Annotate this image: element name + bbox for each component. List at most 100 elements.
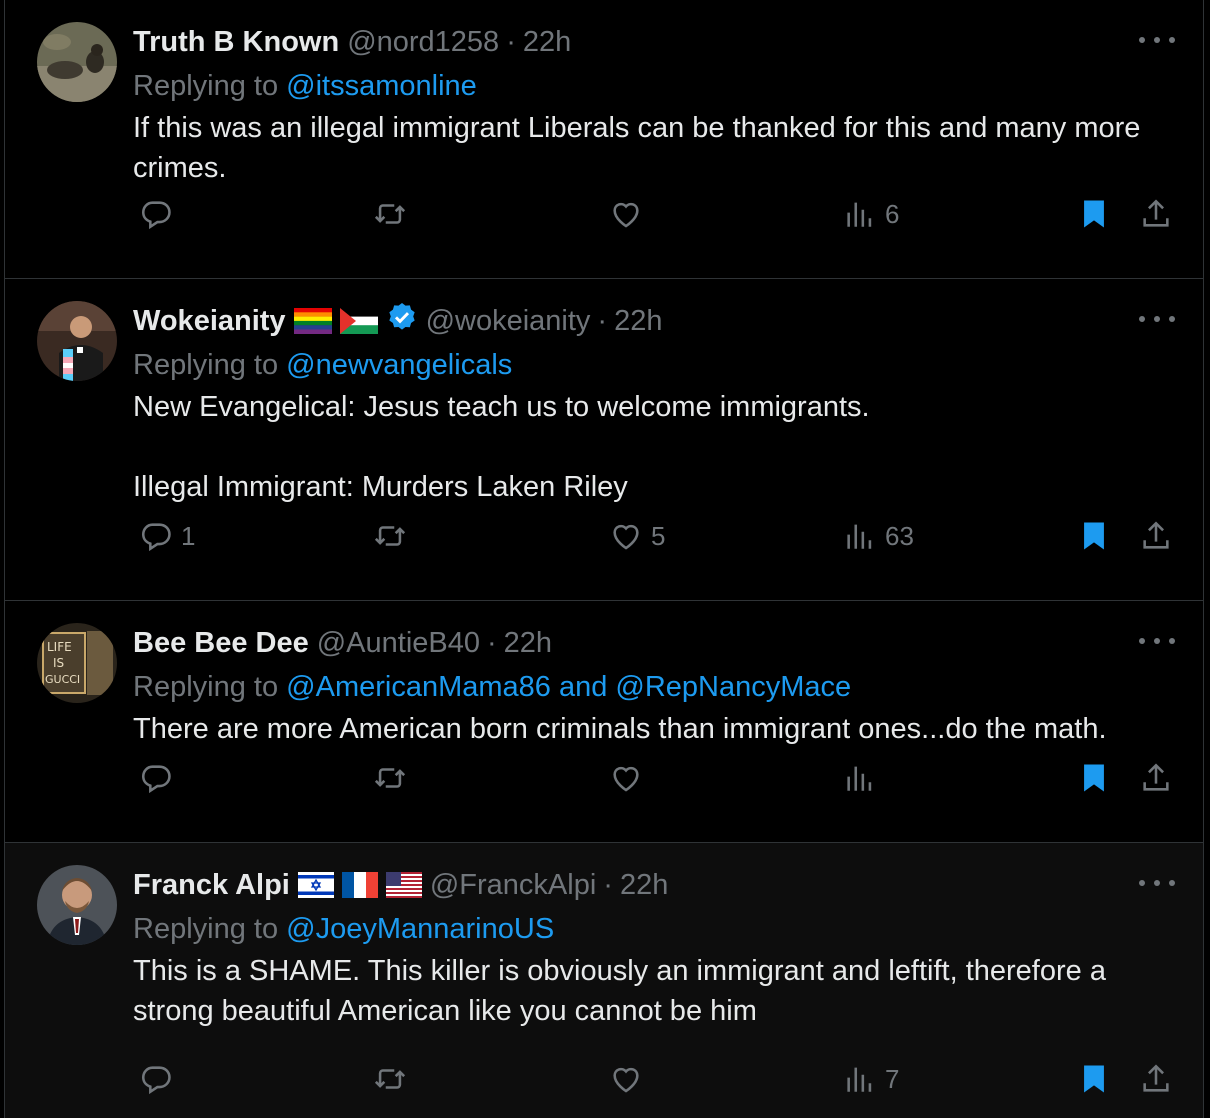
view-count: 63 <box>885 520 914 551</box>
separator-dot: · <box>487 626 497 659</box>
replying-to-label: Replying to <box>133 913 279 945</box>
timestamp[interactable]: 22h <box>614 305 662 338</box>
tweet-text: New Evangelical: Jesus teach us to welco… <box>133 391 870 503</box>
mention-link[interactable]: @itssamonline <box>286 70 477 102</box>
more-options-icon[interactable] <box>1139 309 1175 329</box>
share-icon <box>1143 521 1169 549</box>
action-bar <box>139 758 1175 798</box>
replying-to-label: Replying to <box>133 671 279 703</box>
avatar[interactable] <box>37 301 117 381</box>
reply-icon <box>141 523 171 552</box>
bookmark-button[interactable] <box>1077 197 1111 231</box>
repost-button[interactable] <box>373 519 415 553</box>
handle[interactable]: @nord1258 <box>347 26 499 59</box>
views-button[interactable]: 7 <box>843 1062 899 1096</box>
israel-flag-icon <box>297 872 334 898</box>
tweet-header: Bee Bee Dee @AuntieB40 · 22h <box>133 621 1171 665</box>
views-button[interactable] <box>843 761 885 795</box>
avatar[interactable] <box>37 22 117 102</box>
views-button[interactable]: 6 <box>843 197 899 231</box>
tweet[interactable]: Wokeianity @wokeianity · 22h Replying to… <box>5 279 1203 601</box>
share-button[interactable] <box>1139 519 1173 553</box>
reply-count: 1 <box>181 520 196 551</box>
display-name[interactable]: Bee Bee Dee <box>133 627 309 660</box>
handle[interactable]: @wokeianity <box>426 305 591 338</box>
tweet-text: If this was an illegal immigrant Liberal… <box>133 112 1149 184</box>
usa-flag-icon <box>385 872 422 898</box>
bookmark-icon <box>1084 1065 1104 1093</box>
view-count: 6 <box>885 198 900 229</box>
reply-button[interactable] <box>139 761 181 795</box>
like-button[interactable] <box>609 197 651 231</box>
more-options-icon[interactable] <box>1139 631 1175 651</box>
bookmark-icon <box>1084 764 1104 792</box>
svg-text:IS: IS <box>53 656 64 670</box>
display-name[interactable]: Wokeianity <box>133 305 286 338</box>
svg-text:GUCCI: GUCCI <box>45 673 80 686</box>
timestamp[interactable]: 22h <box>504 627 552 660</box>
views-icon <box>847 202 872 227</box>
avatar[interactable] <box>37 865 117 945</box>
view-count: 7 <box>885 1063 900 1094</box>
repost-button[interactable] <box>373 197 415 231</box>
handle[interactable]: @AuntieB40 <box>317 627 480 660</box>
display-name[interactable]: Franck Alpi <box>133 869 290 902</box>
replying-to-label: Replying to <box>133 70 279 102</box>
reply-button[interactable]: 1 <box>139 519 195 553</box>
share-icon <box>1143 199 1169 227</box>
avatar[interactable]: LIFE IS GUCCI <box>37 623 117 703</box>
reply-icon <box>141 201 171 230</box>
replying-to: Replying to @newvangelicals <box>133 343 1171 387</box>
repost-icon <box>374 768 406 788</box>
mention-link[interactable]: @newvangelicals <box>286 349 512 381</box>
like-button[interactable] <box>609 1062 651 1096</box>
like-button[interactable] <box>609 761 651 795</box>
reply-button[interactable] <box>139 1062 181 1096</box>
svg-text:LIFE: LIFE <box>47 640 72 654</box>
separator-dot: · <box>506 25 516 58</box>
tweet-header: Wokeianity @wokeianity · 22h <box>133 299 1171 343</box>
reply-button[interactable] <box>139 197 181 231</box>
action-bar: 6 <box>139 194 1175 234</box>
timestamp[interactable]: 22h <box>523 26 571 59</box>
reply-icon <box>141 1066 171 1095</box>
palestine-flag-icon <box>339 308 378 334</box>
share-button[interactable] <box>1139 761 1173 795</box>
action-bar: 1 5 63 <box>139 516 1175 556</box>
repost-icon <box>374 1069 406 1089</box>
separator-dot: · <box>597 304 608 337</box>
share-icon <box>1143 763 1169 791</box>
like-icon <box>613 202 639 228</box>
tweet[interactable]: Truth B Known @nord1258 · 22h Replying t… <box>5 0 1203 279</box>
repost-button[interactable] <box>373 1062 415 1096</box>
tweet-header: Franck Alpi @FranckAlpi · 22h <box>133 863 1171 907</box>
bookmark-icon <box>1084 200 1104 228</box>
tweet-text: This is a SHAME. This killer is obviousl… <box>133 955 1115 1027</box>
like-icon <box>613 1067 639 1093</box>
rainbow-flag-icon <box>293 308 332 334</box>
verified-badge-icon[interactable] <box>386 301 418 341</box>
repost-icon <box>374 204 406 224</box>
bookmark-button[interactable] <box>1077 761 1111 795</box>
display-name[interactable]: Truth B Known <box>133 26 339 59</box>
repost-icon <box>374 526 406 546</box>
more-options-icon[interactable] <box>1139 873 1175 893</box>
repost-button[interactable] <box>373 761 415 795</box>
mention-link[interactable]: @AmericanMama86 and @RepNancyMace <box>286 671 851 703</box>
bookmark-button[interactable] <box>1077 519 1111 553</box>
views-button[interactable]: 63 <box>843 519 914 553</box>
replying-to: Replying to @itssamonline <box>133 64 1171 108</box>
tweet[interactable]: LIFE IS GUCCI Bee Bee Dee @AuntieB40 · 2… <box>5 601 1203 843</box>
share-button[interactable] <box>1139 197 1173 231</box>
mention-link[interactable]: @JoeyMannarinoUS <box>286 913 554 945</box>
tweet-text: There are more American born criminals t… <box>133 713 1107 745</box>
bookmark-button[interactable] <box>1077 1062 1111 1096</box>
share-button[interactable] <box>1139 1062 1173 1096</box>
handle[interactable]: @FranckAlpi <box>430 869 596 902</box>
like-icon <box>613 766 639 792</box>
tweet[interactable]: Franck Alpi @FranckAlpi · 22h Replying t… <box>5 843 1203 1118</box>
timestamp[interactable]: 22h <box>620 869 668 902</box>
more-options-icon[interactable] <box>1139 30 1175 50</box>
like-button[interactable]: 5 <box>609 519 665 553</box>
replying-to: Replying to @JoeyMannarinoUS <box>133 907 1171 951</box>
